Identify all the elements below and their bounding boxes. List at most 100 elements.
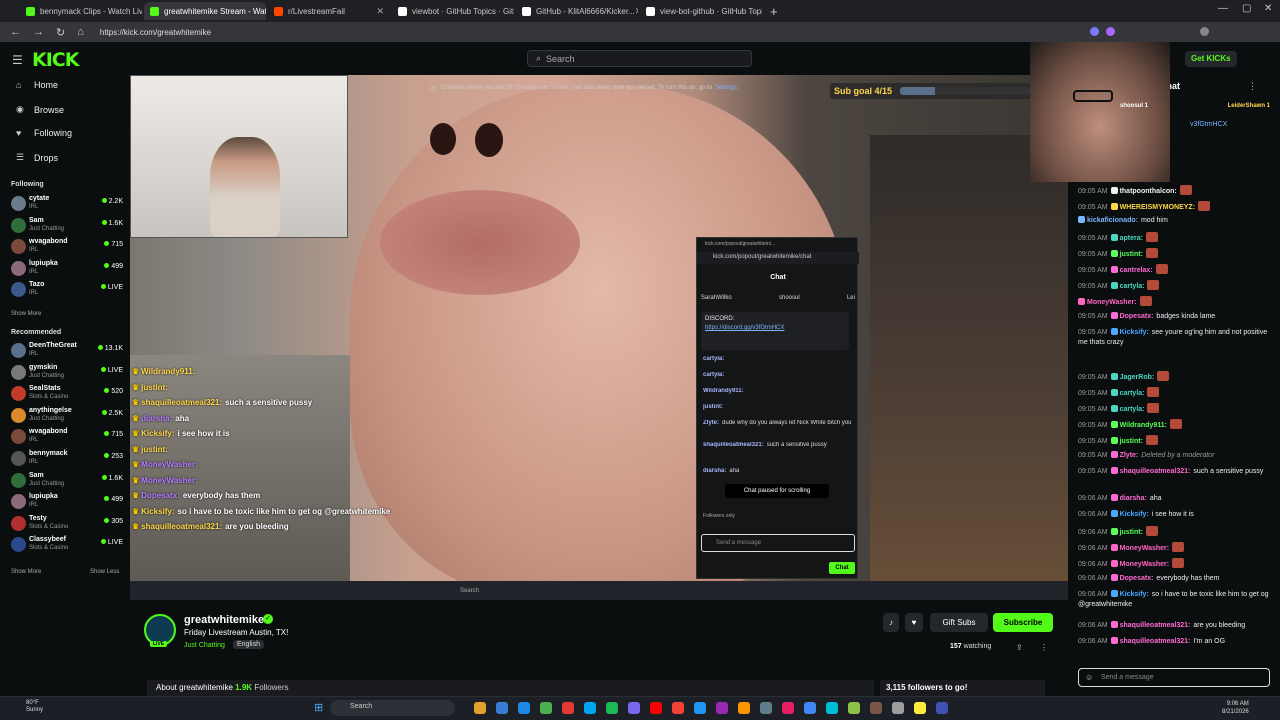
sidebar-nav-drops[interactable]: ☰ Drops xyxy=(16,152,58,163)
chat-username[interactable]: thatpoonthalcon: xyxy=(1120,188,1177,195)
taskbar-app-icon[interactable] xyxy=(716,702,728,714)
sidebar-channel[interactable]: wvagabond IRL 715 xyxy=(11,427,123,447)
sidebar-channel[interactable]: Tazo IRL LIVE xyxy=(11,280,123,300)
sidebar-nav-following[interactable]: ♥ Following xyxy=(16,128,72,138)
chat-paused-notice[interactable]: Chat paused for scrolling xyxy=(725,484,829,498)
browser-tab[interactable]: r/LivestreamFail ✕ xyxy=(268,2,390,20)
chat-message-input[interactable]: Send a message xyxy=(1078,668,1270,687)
chat-username[interactable]: MoneyWasher: xyxy=(1120,561,1170,568)
chat-username[interactable]: cartyla: xyxy=(1120,406,1145,413)
taskbar-app-icon[interactable] xyxy=(804,702,816,714)
chat-username[interactable]: Kicksify: xyxy=(1120,591,1149,598)
forward-icon[interactable]: → xyxy=(33,26,44,38)
taskbar-app-icon[interactable] xyxy=(672,702,684,714)
taskbar-app-icon[interactable] xyxy=(826,702,838,714)
browser-tab[interactable]: greatwhitemike Stream - Wat✕ xyxy=(144,2,266,20)
system-clock[interactable]: 9:06 AM 8/21/2026 xyxy=(1222,700,1249,716)
taskbar-app-icon[interactable] xyxy=(870,702,882,714)
chat-username[interactable]: Dopesatx: xyxy=(1120,575,1154,582)
menu-icon[interactable]: ☰ xyxy=(12,53,23,67)
language-badge[interactable]: English xyxy=(233,640,264,649)
taskbar-app-icon[interactable] xyxy=(936,702,948,714)
taskbar-app-icon[interactable] xyxy=(474,702,486,714)
search-input[interactable]: ⌕ Search xyxy=(527,50,752,67)
weather-widget[interactable]: 80°F Sunny xyxy=(26,700,43,714)
share-icon[interactable]: ⇪ xyxy=(1016,643,1023,652)
new-tab-icon[interactable]: + xyxy=(770,4,778,19)
sidebar-channel[interactable]: Classybeef Slots & Casino LIVE xyxy=(11,535,123,555)
sidebar-channel[interactable]: wvagabond IRL 715 xyxy=(11,237,123,257)
sidebar-nav-home[interactable]: ⌂ Home xyxy=(16,80,58,90)
taskbar-app-icon[interactable] xyxy=(650,702,662,714)
popout-message-input[interactable]: Send a message xyxy=(701,534,855,552)
chat-settings-icon[interactable]: ⋮ xyxy=(1248,81,1257,92)
chat-username[interactable]: justint: xyxy=(1120,438,1143,445)
taskbar-app-icon[interactable] xyxy=(496,702,508,714)
browser-tab[interactable]: view-bot-github · GitHub Topics ·✕ xyxy=(640,2,762,20)
taskbar-app-icon[interactable] xyxy=(914,702,926,714)
chat-username[interactable]: kickaficionado: xyxy=(1087,217,1138,224)
discord-link[interactable]: https://discord.gg/v3fGtmHCX xyxy=(705,325,845,331)
chat-username[interactable]: cartyla: xyxy=(1120,283,1145,290)
tab-close-icon[interactable]: ✕ xyxy=(635,6,638,17)
browser-tab[interactable]: bennymack Clips - Watch Liv✕ xyxy=(20,2,142,20)
taskbar-app-icon[interactable] xyxy=(518,702,530,714)
sidebar-channel[interactable]: anythingelse Just Chatting 2.5K xyxy=(11,406,123,426)
chat-username[interactable]: justint: xyxy=(1120,529,1143,536)
extension-icon[interactable] xyxy=(1106,27,1115,36)
chat-username[interactable]: Wildrandy911: xyxy=(1120,422,1167,429)
tab-close-icon[interactable]: ✕ xyxy=(376,6,384,17)
browser-tab[interactable]: viewbot · GitHub Topics · GitHub✕ xyxy=(392,2,514,20)
taskbar-app-icon[interactable] xyxy=(562,702,574,714)
chat-username[interactable]: aptera: xyxy=(1120,235,1143,242)
show-more-link[interactable]: Show More xyxy=(11,311,41,317)
chat-username[interactable]: diarsha: xyxy=(1120,495,1147,502)
show-more-link[interactable]: Show More xyxy=(11,569,41,575)
sidebar-channel[interactable]: Testy Slots & Casino 305 xyxy=(11,514,123,534)
chat-username[interactable]: JagerRob: xyxy=(1120,374,1155,381)
taskbar-app-icon[interactable] xyxy=(848,702,860,714)
sidebar-nav-browse[interactable]: ◉ Browse xyxy=(16,104,64,115)
get-kicks-button[interactable]: Get KICKs xyxy=(1185,51,1237,67)
chat-username[interactable]: cartyla: xyxy=(1120,390,1145,397)
stream-category[interactable]: Just Chatting xyxy=(184,642,225,649)
heart-icon[interactable]: ♥ xyxy=(905,613,923,632)
chat-username[interactable]: Zlyte: xyxy=(1120,452,1139,459)
chat-username[interactable]: shaquilleoatmeal321: xyxy=(1120,622,1191,629)
chat-username[interactable]: cantrelax: xyxy=(1120,267,1153,274)
notification-bell-icon[interactable]: ♪ xyxy=(883,613,899,632)
close-window-icon[interactable]: ✕ xyxy=(1264,3,1272,14)
sidebar-channel[interactable]: bennymack IRL 253 xyxy=(11,449,123,469)
taskbar-search[interactable]: Search xyxy=(330,700,455,716)
chat-username[interactable]: justint: xyxy=(1120,251,1143,258)
profile-avatar[interactable] xyxy=(1200,27,1209,36)
windows-start-icon[interactable]: ⊞ xyxy=(314,701,323,714)
chat-username[interactable]: Kicksify: xyxy=(1120,511,1149,518)
settings-link[interactable]: Settings. xyxy=(715,85,738,91)
sidebar-channel[interactable]: DeenTheGreat IRL 13.1K xyxy=(11,341,123,361)
taskbar-app-icon[interactable] xyxy=(540,702,552,714)
taskbar-app-icon[interactable] xyxy=(628,702,640,714)
taskbar-app-icon[interactable] xyxy=(584,702,596,714)
subscribe-button[interactable]: Subscribe xyxy=(993,613,1053,632)
more-options-icon[interactable]: ⋮ xyxy=(1040,643,1048,652)
sidebar-channel[interactable]: Sam Just Chatting 1.6K xyxy=(11,471,123,491)
browser-tab[interactable]: GitHub - KlitAl6666/Kicker...✕ xyxy=(516,2,638,20)
taskbar-app-icon[interactable] xyxy=(738,702,750,714)
url-field[interactable]: https://kick.com/greatwhitemike xyxy=(100,28,211,37)
taskbar-app-icon[interactable] xyxy=(760,702,772,714)
show-less-link[interactable]: Show Less xyxy=(90,569,119,575)
gift-subs-button[interactable]: Gift Subs xyxy=(930,613,988,632)
kick-logo[interactable]: KICK xyxy=(32,49,79,71)
chat-username[interactable]: Kicksify: xyxy=(1120,329,1149,336)
home-icon[interactable]: ⌂ xyxy=(77,26,84,38)
taskbar-app-icon[interactable] xyxy=(892,702,904,714)
sidebar-channel[interactable]: gymskin Just Chatting LIVE xyxy=(11,363,123,383)
extension-icon[interactable] xyxy=(1090,27,1099,36)
sidebar-channel[interactable]: lupiupka IRL 499 xyxy=(11,492,123,512)
sidebar-channel[interactable]: SealStats Slots & Casino 520 xyxy=(11,384,123,404)
chat-username[interactable]: WHEREISMYMONEYZ: xyxy=(1120,204,1195,211)
chat-username[interactable]: shaquilleoatmeal321: xyxy=(1120,638,1191,645)
chat-pinned-link[interactable]: v3fGtmHCX xyxy=(1190,121,1270,151)
emoji-icon[interactable]: ☺ xyxy=(1085,673,1093,682)
